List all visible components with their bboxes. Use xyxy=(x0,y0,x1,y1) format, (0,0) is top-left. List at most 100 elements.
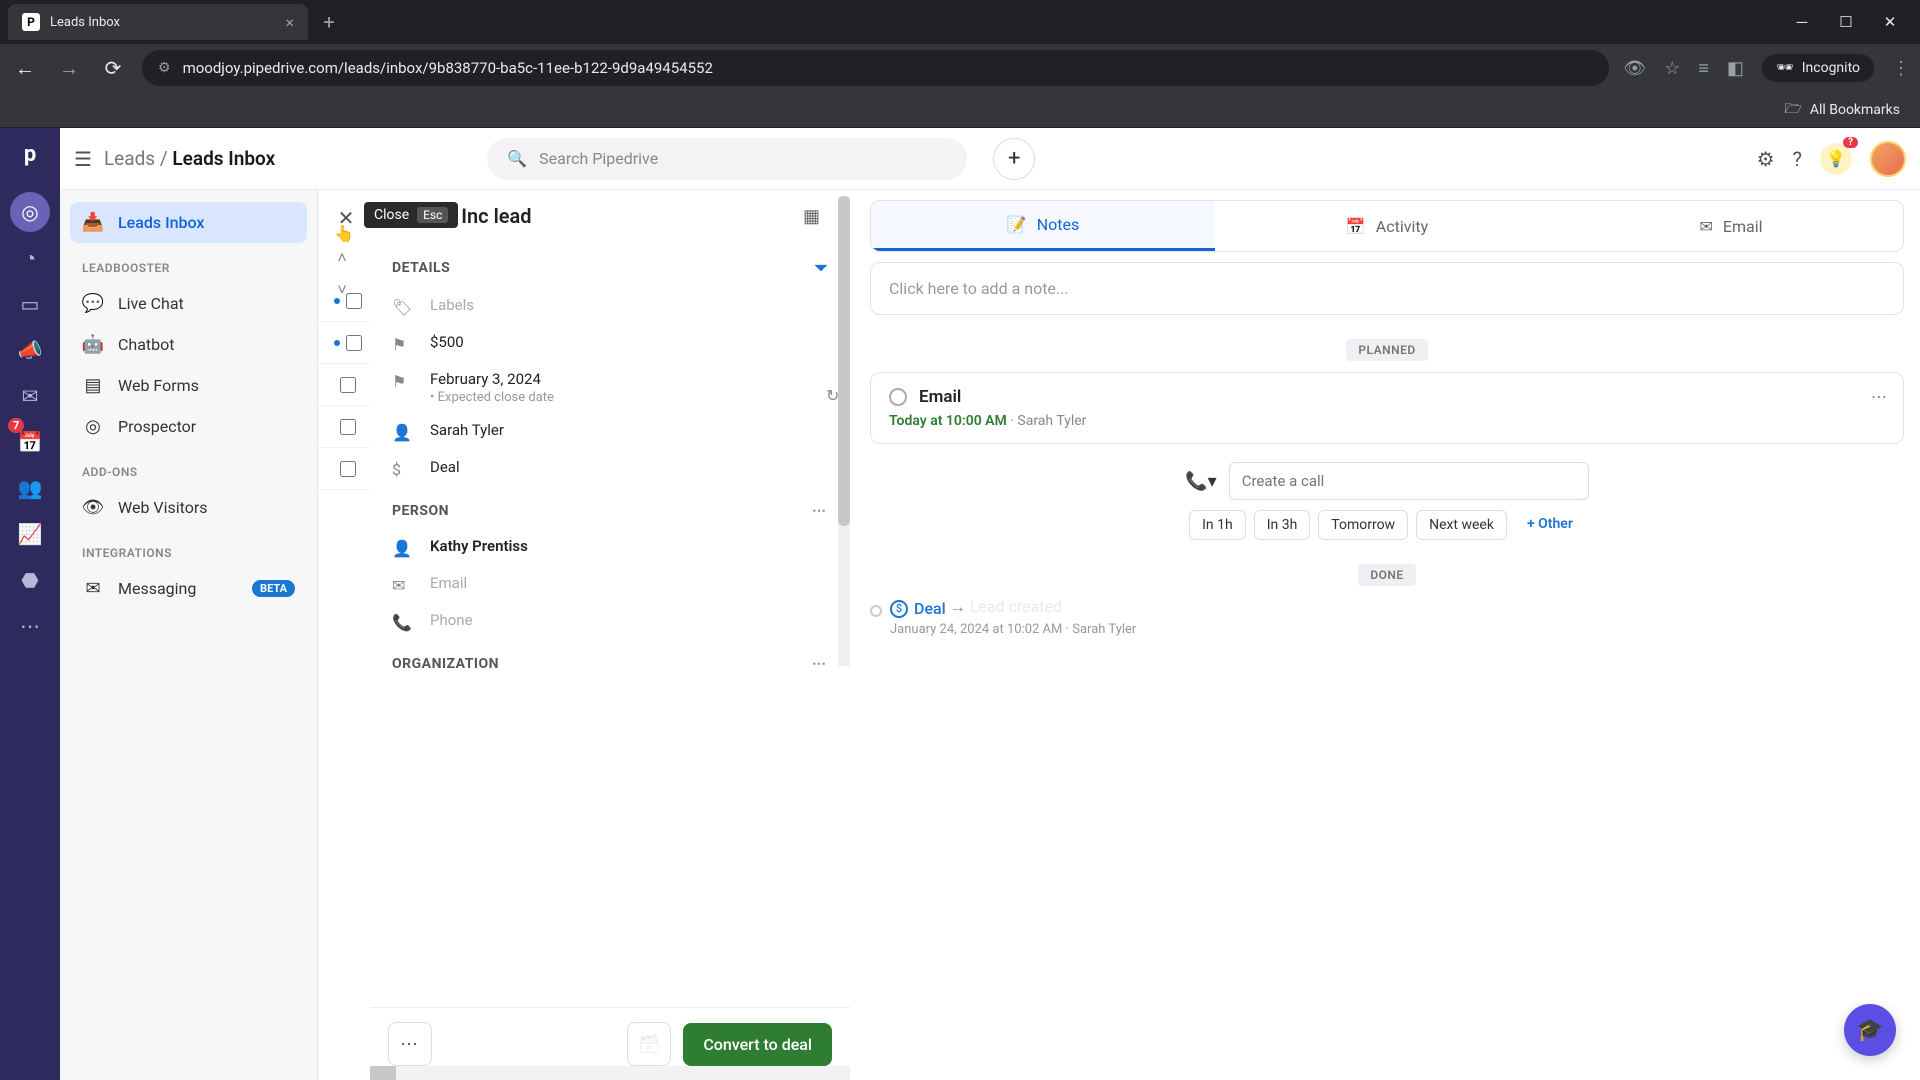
field-deal[interactable]: $ Deal xyxy=(370,450,850,487)
site-settings-icon[interactable]: ⚙ xyxy=(158,60,171,76)
sidebar-item-web-visitors[interactable]: 👁 Web Visitors xyxy=(70,487,307,528)
url-field[interactable]: ⚙ moodjoy.pipedrive.com/leads/inbox/9b83… xyxy=(142,50,1609,86)
email-icon: ✉ xyxy=(392,574,412,595)
done-when: January 24, 2024 at 10:02 AM xyxy=(890,622,1062,637)
sidebar-item-prospector[interactable]: ◎ Prospector xyxy=(70,406,307,447)
user-avatar[interactable] xyxy=(1870,141,1906,177)
field-value[interactable]: ⚑ $500 xyxy=(370,325,850,362)
breadcrumb-root[interactable]: Leads xyxy=(104,147,155,170)
browser-menu-icon[interactable]: ⋮ xyxy=(1892,58,1910,79)
app-viewport: p ◎ ◔ ▭ 📣 ✉ 7📅 👥 📈 ⬣ ⋯ ☰ Leads / Leads I… xyxy=(0,128,1920,1080)
field-labels[interactable]: 🏷 Labels xyxy=(370,288,850,325)
deal-link[interactable]: $ Deal xyxy=(890,599,946,618)
note-input[interactable]: Click here to add a note... xyxy=(870,262,1904,315)
help-icon[interactable]: ? xyxy=(1793,147,1802,171)
sidebar-item-label: Web Forms xyxy=(118,376,199,395)
scrollbar-thumb[interactable] xyxy=(838,196,850,526)
tab-notes[interactable]: 📝 Notes xyxy=(871,201,1215,251)
browser-tab[interactable]: P Leads Inbox × xyxy=(8,4,308,40)
reload-icon[interactable]: ⟳ xyxy=(98,56,128,80)
reading-list-icon[interactable]: ≡ xyxy=(1698,58,1709,79)
rail-contacts-icon[interactable]: 👥 xyxy=(10,468,50,508)
list-row[interactable] xyxy=(318,364,377,406)
help-fab[interactable]: 🎓 xyxy=(1844,1004,1896,1056)
row-checkbox[interactable] xyxy=(340,377,356,393)
field-owner[interactable]: 👤 Sarah Tyler xyxy=(370,413,850,450)
quick-add-button[interactable]: + xyxy=(993,138,1035,180)
activity-when: Today at 10:00 AM xyxy=(889,413,1007,429)
rail-more-icon[interactable]: ⋯ xyxy=(10,606,50,646)
done-event: Lead created xyxy=(970,597,1062,616)
rail-insights-icon[interactable]: 📈 xyxy=(10,514,50,554)
sidebar-toggle-icon[interactable]: ☰ xyxy=(74,147,92,171)
prev-lead-icon[interactable]: ˄ xyxy=(326,244,358,272)
search-input[interactable]: 🔍 Search Pipedrive xyxy=(487,138,967,180)
card-menu-icon[interactable]: ⋯ xyxy=(1871,387,1889,406)
chip-tomorrow[interactable]: Tomorrow xyxy=(1318,510,1408,540)
eye-off-icon[interactable]: 👁 xyxy=(1623,58,1646,79)
horizontal-scrollbar[interactable] xyxy=(370,1066,850,1080)
planned-activity-card[interactable]: ⋯ Email Today at 10:00 AM · Sarah Tyler xyxy=(870,372,1904,444)
list-row[interactable] xyxy=(318,448,377,490)
chip-in-1h[interactable]: In 1h xyxy=(1189,510,1246,540)
forward-icon[interactable]: → xyxy=(54,56,84,81)
chip-other[interactable]: + Other xyxy=(1515,510,1585,540)
unread-dot-icon xyxy=(334,340,340,346)
extensions-icon[interactable]: ⚙ xyxy=(1757,147,1775,171)
archive-button[interactable]: 🗃 xyxy=(627,1022,671,1066)
layout-toggle-icon[interactable]: ▦ xyxy=(803,206,820,227)
rail-leads-icon[interactable]: ◎ xyxy=(10,192,50,232)
sidebar-item-web-forms[interactable]: ▤ Web Forms xyxy=(70,365,307,406)
filter-icon[interactable]: ⏷ xyxy=(815,258,828,278)
more-actions-button[interactable]: ⋯ xyxy=(388,1022,432,1066)
rail-projects-icon[interactable]: ▭ xyxy=(10,284,50,324)
breadcrumb: Leads / Leads Inbox xyxy=(104,147,275,170)
sidebar-item-messaging[interactable]: ✉ Messaging BETA xyxy=(70,568,307,609)
sidebar-item-live-chat[interactable]: 💬 Live Chat xyxy=(70,283,307,324)
pipedrive-logo-icon[interactable]: p xyxy=(16,140,44,168)
close-window-icon[interactable]: ✕ xyxy=(1880,13,1900,31)
row-checkbox[interactable] xyxy=(340,419,356,435)
field-close-date[interactable]: ⚑ February 3, 2024 Expected close date xyxy=(370,362,850,413)
row-checkbox[interactable] xyxy=(340,461,356,477)
activity-done-radio[interactable] xyxy=(889,388,907,406)
person-icon: 👤 xyxy=(392,537,412,558)
favicon-icon: P xyxy=(22,13,40,31)
field-person-phone[interactable]: 📞 Phone xyxy=(370,603,850,640)
tab-email[interactable]: ✉ Email xyxy=(1559,201,1903,251)
field-person-email[interactable]: ✉ Email xyxy=(370,566,850,603)
maximize-icon[interactable]: ☐ xyxy=(1836,13,1856,31)
planned-separator: PLANNED xyxy=(870,339,1904,358)
minimize-icon[interactable]: ─ xyxy=(1792,13,1812,31)
new-tab-button[interactable]: + xyxy=(314,7,344,37)
convert-to-deal-button[interactable]: Convert to deal xyxy=(683,1023,832,1066)
incognito-chip[interactable]: 🕶 Incognito xyxy=(1762,54,1874,82)
rail-campaigns-icon[interactable]: 📣 xyxy=(10,330,50,370)
all-bookmarks-button[interactable]: 🗁 All Bookmarks xyxy=(1784,98,1900,122)
next-lead-icon[interactable]: ˅ xyxy=(326,276,358,304)
chip-in-3h[interactable]: In 3h xyxy=(1254,510,1311,540)
chip-next-week[interactable]: Next week xyxy=(1416,510,1507,540)
close-tab-icon[interactable]: × xyxy=(285,13,294,32)
rail-products-icon[interactable]: ⬣ xyxy=(10,560,50,600)
field-person-name[interactable]: 👤 Kathy Prentiss xyxy=(370,529,850,566)
list-row[interactable] xyxy=(318,322,377,364)
rail-deals-icon[interactable]: ◔ xyxy=(10,238,50,278)
tab-title: Leads Inbox xyxy=(50,15,120,30)
row-checkbox[interactable] xyxy=(346,335,362,351)
call-icon[interactable]: 📞▾ xyxy=(1185,471,1216,492)
back-icon[interactable]: ← xyxy=(10,56,40,81)
tab-activity[interactable]: 📅 Activity xyxy=(1215,201,1559,251)
rail-mail-icon[interactable]: ✉ xyxy=(10,376,50,416)
section-menu-icon[interactable]: ⋯ xyxy=(812,503,828,519)
list-row[interactable] xyxy=(318,406,377,448)
create-call-input[interactable] xyxy=(1229,462,1589,500)
rail-activities-icon[interactable]: 7📅 xyxy=(10,422,50,462)
scrollbar-thumb[interactable] xyxy=(370,1066,396,1080)
sidebar-item-chatbot[interactable]: 🤖 Chatbot xyxy=(70,324,307,365)
side-panel-icon[interactable]: ◧ xyxy=(1727,58,1744,79)
sidebar-item-leads-inbox[interactable]: 📥 Leads Inbox xyxy=(70,202,307,243)
sales-assistant-icon[interactable]: 💡? xyxy=(1820,143,1852,175)
section-menu-icon[interactable]: ⋯ xyxy=(812,656,828,672)
bookmark-star-icon[interactable]: ☆ xyxy=(1664,58,1680,79)
